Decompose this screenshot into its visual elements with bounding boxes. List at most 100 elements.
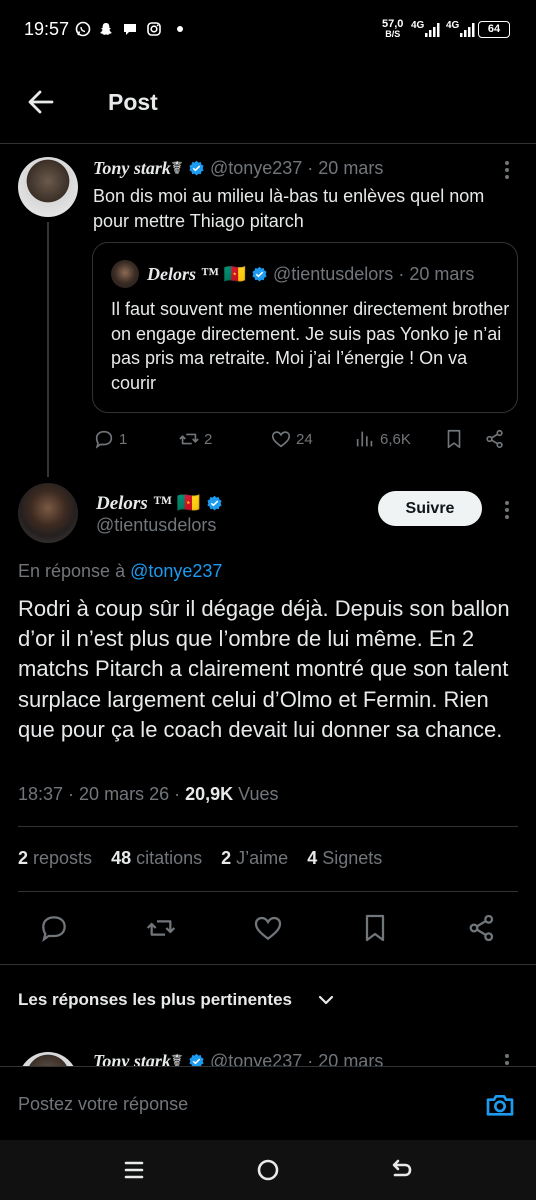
author-handle: @tientusdelors <box>272 264 394 284</box>
more-options-icon[interactable] <box>498 1051 516 1066</box>
network-type-1: 4G <box>411 20 425 31</box>
avatar <box>111 260 139 288</box>
divider <box>18 891 518 892</box>
stat-label: reposts <box>28 848 93 868</box>
flag-icon: 🇨🇲 <box>223 264 246 284</box>
verified-badge-icon <box>252 266 267 282</box>
author-handle: @tonye237 <box>209 1051 303 1066</box>
share-icon <box>486 429 503 449</box>
page-title: Post <box>108 89 158 115</box>
signal-icon <box>424 22 440 43</box>
repost-count: 2 <box>204 430 213 448</box>
bookmark-button[interactable] <box>443 428 465 450</box>
more-options-icon[interactable] <box>498 498 516 527</box>
whatsapp-icon <box>75 21 91 37</box>
dot-icon <box>172 21 188 37</box>
quoted-tweet-text: Il faut souvent me mentionner directemen… <box>111 299 510 393</box>
views-button[interactable]: 6,6K <box>354 428 411 450</box>
instagram-icon <box>146 21 162 37</box>
header-divider <box>0 143 536 144</box>
stat-bookmarks[interactable]: 4 Signets <box>307 848 382 868</box>
author-handle[interactable]: @tientusdelors <box>96 515 216 536</box>
reply-icon[interactable] <box>38 912 70 944</box>
author-name[interactable]: Delors ™ <box>96 493 171 514</box>
views-label: Vues <box>233 784 279 804</box>
reply-composer[interactable]: Postez votre réponse <box>0 1066 536 1140</box>
repost-button[interactable]: 2 <box>178 428 212 450</box>
repost-icon <box>179 433 199 445</box>
camera-icon[interactable] <box>484 1089 516 1121</box>
divider <box>0 964 536 965</box>
system-nav-bar <box>0 1140 536 1200</box>
tweet-header: Tony stark☤ @tonye237 · 20 mars <box>93 1051 383 1066</box>
heart-icon <box>271 431 291 448</box>
tweet-text: Bon dis moi au milieu là-bas tu enlèves … <box>93 186 485 231</box>
stat-quotes[interactable]: 48 citations <box>111 848 202 868</box>
post-timestamp: 18:37 · 20 mars 26 · <box>18 784 186 804</box>
author-name-row: Delors ™ 🇨🇲 <box>96 491 223 515</box>
tweet-header: Tony stark☤ @tonye237 · 20 mars <box>93 158 383 179</box>
stat-label: citations <box>131 848 203 868</box>
views-count: 6,6K <box>380 430 411 448</box>
tweet-date: · 20 mars <box>398 264 475 284</box>
reply-input[interactable]: Postez votre réponse <box>18 1094 188 1115</box>
author-name-suffix: ☤ <box>170 158 183 178</box>
quoted-tweet-card[interactable]: Delors ™ 🇨🇲 @tientusdelors · 20 mars Il … <box>92 242 518 413</box>
tweet-date: · 20 mars <box>307 1051 384 1066</box>
bookmark-icon[interactable] <box>359 912 391 944</box>
more-options-icon[interactable] <box>498 158 516 187</box>
chevron-down-icon[interactable] <box>316 990 336 1010</box>
follow-button[interactable]: Suivre <box>378 491 482 526</box>
stat-label: J’aime <box>231 848 289 868</box>
author-name-suffix: ☤ <box>170 1051 183 1066</box>
reply-prefix: En réponse à <box>18 561 131 581</box>
network-speed-unit: B/S <box>385 29 401 39</box>
verified-badge-icon <box>189 1053 204 1066</box>
post-stats: 2 reposts 48 citations 2 J’aime 4 Signet… <box>18 848 396 869</box>
recent-apps-icon[interactable] <box>120 1156 148 1184</box>
repost-icon[interactable] <box>145 912 177 944</box>
verified-badge-icon <box>207 495 222 511</box>
stat-count: 4 <box>307 848 318 868</box>
replies-sort-label[interactable]: Les réponses les plus pertinentes <box>18 990 292 1010</box>
reply-button[interactable]: 1 <box>93 428 127 450</box>
signal-icon <box>459 22 475 43</box>
thread-line <box>47 222 49 477</box>
verified-badge-icon <box>189 160 204 176</box>
back-arrow-icon[interactable] <box>26 88 56 116</box>
reply-tweet[interactable]: Tony stark☤ @tonye237 · 20 mars <box>0 1046 536 1066</box>
stat-count: 2 <box>221 848 232 868</box>
stat-count: 48 <box>111 848 132 868</box>
avatar[interactable] <box>18 483 78 543</box>
stat-reposts[interactable]: 2 reposts <box>18 848 92 868</box>
author-name[interactable]: Tony stark <box>93 158 171 178</box>
divider <box>18 826 518 827</box>
share-icon[interactable] <box>466 912 498 944</box>
reply-icon <box>95 430 113 449</box>
post-text: Rodri à coup sûr il dégage déjà. Depuis … <box>18 596 510 742</box>
network-type-2: 4G <box>446 20 460 31</box>
author-handle[interactable]: @tonye237 <box>210 158 302 178</box>
battery-indicator: 64 <box>478 21 510 38</box>
back-icon[interactable] <box>388 1156 416 1184</box>
stat-likes[interactable]: 2 J’aime <box>221 848 288 868</box>
chat-icon <box>122 21 138 37</box>
views-count: 20,9K <box>185 784 234 804</box>
like-count: 24 <box>296 430 313 448</box>
avatar[interactable] <box>18 157 78 217</box>
author-name: Tony stark <box>93 1051 171 1066</box>
heart-icon[interactable] <box>252 912 284 944</box>
post-meta: 18:37 · 20 mars 26 · 20,9K Vues <box>18 784 279 805</box>
stat-label: Signets <box>317 848 383 868</box>
analytics-icon <box>356 431 373 447</box>
status-bar: 19:57 57,0 B/S 4G 4G 64 <box>0 0 536 60</box>
home-icon[interactable] <box>254 1156 282 1184</box>
share-button[interactable] <box>484 428 506 450</box>
like-button[interactable]: 24 <box>270 428 313 450</box>
avatar <box>18 1052 78 1066</box>
reply-handle-link[interactable]: @tonye237 <box>130 561 222 581</box>
bookmark-icon <box>447 429 461 449</box>
network-speed: 57,0 B/S <box>382 18 403 39</box>
snapchat-icon <box>98 21 114 37</box>
author-name: Delors ™ <box>147 264 219 284</box>
